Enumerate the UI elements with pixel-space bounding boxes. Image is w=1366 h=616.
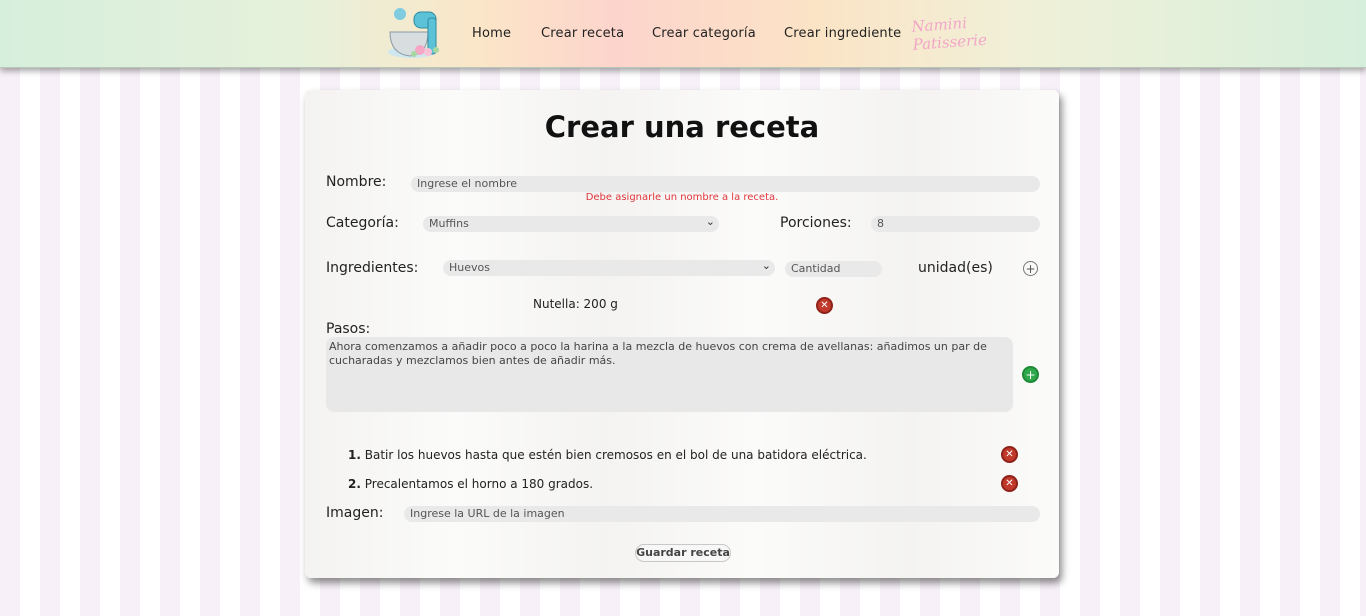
page-title: Crear una receta (544, 110, 820, 144)
chevron-down-icon: ⌄ (761, 260, 771, 272)
name-input[interactable]: Ingrese el nombre (411, 176, 1040, 192)
ingredient-selected-value: Huevos (449, 261, 490, 274)
steps-label: Pasos: (326, 321, 371, 337)
name-label: Nombre: (326, 174, 387, 190)
remove-ingredient-button[interactable]: ✕ (816, 297, 833, 314)
category-selected-value: Muffins (429, 217, 469, 230)
quantity-input[interactable]: Cantidad (785, 261, 882, 277)
save-recipe-button[interactable]: Guardar receta (635, 544, 731, 562)
nav-link-crear-ingrediente[interactable]: Crear ingrediente (784, 26, 901, 41)
unit-label: unidad(es) (918, 260, 993, 276)
step-number: 1. (348, 448, 361, 462)
nav-link-home[interactable]: Home (472, 26, 511, 41)
navbar: Home Crear receta Crear categoría Crear … (0, 0, 1366, 68)
step-text: Precalentamos el horno a 180 grados. (364, 477, 594, 491)
step-number: 2. (348, 477, 361, 491)
category-label: Categoría: (326, 215, 399, 231)
step-list-item: 2. Precalentamos el horno a 180 grados. (348, 477, 593, 491)
add-step-button[interactable]: + (1022, 366, 1039, 383)
logo-mixer-icon[interactable] (380, 4, 456, 64)
ingredient-select[interactable]: Huevos ⌄ (443, 260, 775, 276)
ingredients-label: Ingredientes: (326, 260, 419, 276)
image-url-input[interactable]: Ingrese la URL de la imagen (404, 506, 1040, 522)
nav-link-crear-receta[interactable]: Crear receta (541, 26, 624, 41)
image-label: Imagen: (326, 505, 384, 521)
chevron-down-icon: ⌄ (705, 216, 715, 228)
close-icon: ✕ (820, 299, 829, 311)
name-error-message: Debe asignarle un nombre a la receta. (585, 192, 779, 203)
category-select[interactable]: Muffins ⌄ (423, 216, 719, 232)
remove-step-button[interactable]: ✕ (1001, 475, 1018, 492)
remove-step-button[interactable]: ✕ (1001, 446, 1018, 463)
portions-label: Porciones: (780, 215, 852, 231)
close-icon: ✕ (1005, 448, 1014, 460)
plus-icon: + (1025, 367, 1036, 382)
ingredient-list-item: Nutella: 200 g (533, 297, 618, 311)
recipe-form-card: Crear una receta Nombre: Ingrese el nomb… (305, 90, 1059, 578)
step-textarea[interactable]: Ahora comenzamos a añadir poco a poco la… (326, 337, 1013, 412)
nav-link-crear-categoria[interactable]: Crear categoría (652, 26, 756, 41)
close-icon: ✕ (1005, 477, 1014, 489)
step-list-item: 1. Batir los huevos hasta que estén bien… (348, 448, 867, 462)
portions-input[interactable]: 8 (871, 216, 1040, 232)
add-ingredient-button[interactable]: + (1023, 261, 1038, 276)
plus-icon: + (1025, 261, 1036, 276)
brand-logo-text: Namini Patisserie (911, 12, 993, 54)
step-text: Batir los huevos hasta que estén bien cr… (364, 448, 867, 462)
